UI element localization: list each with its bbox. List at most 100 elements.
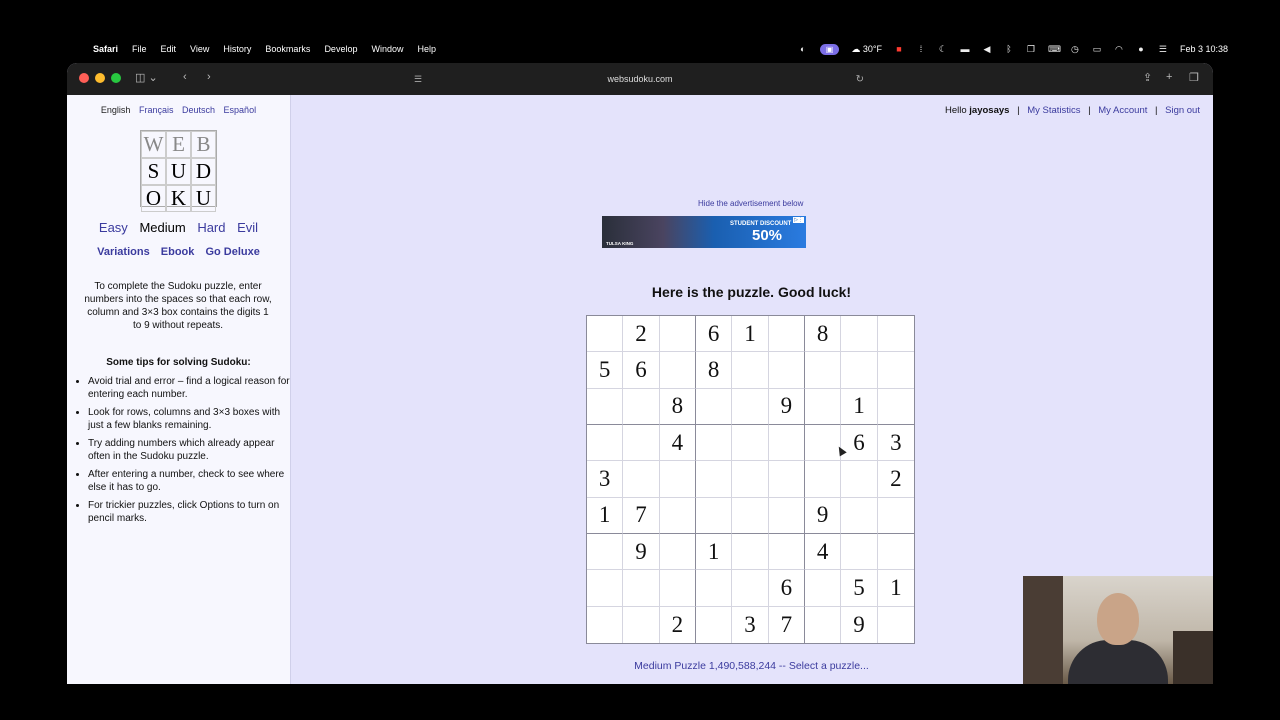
window-icon[interactable]: ❐ bbox=[1026, 44, 1036, 55]
sudoku-empty-cell[interactable] bbox=[768, 533, 805, 571]
sudoku-empty-cell[interactable] bbox=[695, 388, 733, 425]
sudoku-empty-cell[interactable] bbox=[841, 461, 878, 498]
sudoku-empty-cell[interactable] bbox=[732, 461, 769, 498]
share-icon[interactable]: ⇪ bbox=[1143, 71, 1152, 84]
sudoku-empty-cell[interactable] bbox=[877, 534, 914, 571]
sudoku-empty-cell[interactable] bbox=[841, 533, 878, 571]
battery-icon[interactable]: ▭ bbox=[1092, 44, 1102, 55]
variations-link[interactable]: Variations bbox=[97, 246, 150, 258]
status-icon[interactable]: ◐ bbox=[798, 44, 808, 54]
sudoku-empty-cell[interactable] bbox=[695, 461, 733, 498]
wifi-icon[interactable]: ◠ bbox=[1114, 44, 1124, 55]
screen-share-icon[interactable]: ▣ bbox=[819, 43, 840, 55]
lang-english[interactable]: English bbox=[101, 105, 131, 115]
sudoku-empty-cell[interactable] bbox=[768, 352, 805, 389]
tab-overview-icon[interactable]: ❐ bbox=[1189, 71, 1199, 84]
forward-icon[interactable]: › bbox=[207, 71, 211, 83]
sudoku-empty-cell[interactable] bbox=[696, 606, 733, 643]
menu-bookmarks[interactable]: Bookmarks bbox=[265, 44, 310, 54]
sudoku-empty-cell[interactable] bbox=[587, 533, 624, 571]
sudoku-empty-cell[interactable] bbox=[623, 424, 660, 462]
sudoku-empty-cell[interactable] bbox=[623, 461, 660, 498]
menu-datetime[interactable]: Feb 3 10:38 bbox=[1180, 44, 1228, 54]
battery-alert-icon[interactable]: ■ bbox=[894, 44, 904, 54]
sudoku-empty-cell[interactable] bbox=[804, 461, 842, 498]
sudoku-empty-cell[interactable] bbox=[732, 497, 769, 534]
sudoku-empty-cell[interactable] bbox=[587, 424, 624, 462]
ebook-link[interactable]: Ebook bbox=[161, 246, 195, 258]
address-bar[interactable]: ☰ websudoku.com ↻ bbox=[410, 70, 870, 88]
sudoku-empty-cell[interactable] bbox=[732, 352, 769, 389]
lang-espanol[interactable]: Español bbox=[224, 105, 257, 115]
close-window-button[interactable] bbox=[79, 73, 89, 83]
new-tab-icon[interactable]: + bbox=[1166, 71, 1172, 83]
sudoku-empty-cell[interactable] bbox=[878, 607, 914, 643]
my-statistics-link[interactable]: My Statistics bbox=[1027, 105, 1080, 116]
menu-develop[interactable]: Develop bbox=[324, 44, 357, 54]
level-medium[interactable]: Medium bbox=[139, 220, 185, 235]
level-evil[interactable]: Evil bbox=[237, 220, 258, 235]
sudoku-empty-cell[interactable] bbox=[877, 389, 914, 425]
sudoku-empty-cell[interactable] bbox=[623, 570, 660, 607]
sudoku-empty-cell[interactable] bbox=[695, 424, 733, 462]
grid-icon[interactable]: ⁞ bbox=[916, 44, 926, 54]
keyboard-icon[interactable]: ⌨ bbox=[1048, 44, 1061, 55]
sudoku-empty-cell[interactable] bbox=[732, 424, 769, 462]
sudoku-empty-cell[interactable] bbox=[659, 570, 696, 607]
page-menu-icon[interactable]: ☰ bbox=[414, 74, 422, 85]
sudoku-empty-cell[interactable] bbox=[768, 316, 805, 353]
sudoku-empty-cell[interactable] bbox=[587, 316, 624, 353]
sudoku-empty-cell[interactable] bbox=[804, 352, 842, 389]
go-deluxe-link[interactable]: Go Deluxe bbox=[205, 246, 259, 258]
sudoku-empty-cell[interactable] bbox=[659, 533, 696, 571]
lang-deutsch[interactable]: Deutsch bbox=[182, 105, 215, 115]
display-icon[interactable]: ▬ bbox=[960, 44, 970, 54]
sudoku-empty-cell[interactable] bbox=[841, 352, 878, 389]
sudoku-empty-cell[interactable] bbox=[841, 497, 878, 534]
sudoku-empty-cell[interactable] bbox=[587, 388, 624, 425]
bluetooth-icon[interactable]: ᛒ bbox=[1004, 44, 1014, 54]
sudoku-empty-cell[interactable] bbox=[768, 424, 805, 462]
sudoku-empty-cell[interactable] bbox=[732, 388, 769, 425]
sudoku-empty-cell[interactable] bbox=[623, 606, 660, 643]
websudoku-logo[interactable]: W E B S U D O K U bbox=[140, 130, 217, 212]
menu-window[interactable]: Window bbox=[371, 44, 403, 54]
sidebar-toggle-icon[interactable]: ◫ ⌄ bbox=[135, 71, 158, 84]
sudoku-empty-cell[interactable] bbox=[659, 461, 696, 498]
ad-choices-icon[interactable]: ▷⋮ bbox=[793, 217, 804, 223]
sudoku-empty-cell[interactable] bbox=[804, 388, 842, 425]
lang-francais[interactable]: Français bbox=[139, 105, 174, 115]
sudoku-empty-cell[interactable] bbox=[587, 570, 624, 607]
sudoku-empty-cell[interactable] bbox=[695, 570, 733, 607]
sudoku-empty-cell[interactable] bbox=[804, 570, 842, 607]
weather-widget[interactable]: ☁ 30°F bbox=[851, 44, 882, 55]
sudoku-empty-cell[interactable] bbox=[841, 316, 878, 353]
sudoku-empty-cell[interactable] bbox=[877, 316, 914, 353]
minimize-window-button[interactable] bbox=[95, 73, 105, 83]
sudoku-empty-cell[interactable] bbox=[659, 316, 696, 353]
sudoku-empty-cell[interactable] bbox=[877, 352, 914, 389]
sudoku-empty-cell[interactable] bbox=[659, 497, 696, 534]
sudoku-empty-cell[interactable] bbox=[623, 388, 660, 425]
advertisement-banner[interactable]: TULSA KING STUDENT DISCOUNT 50% ▷⋮ bbox=[602, 216, 806, 248]
sudoku-empty-cell[interactable] bbox=[732, 533, 769, 571]
sudoku-empty-cell[interactable] bbox=[804, 424, 842, 462]
menu-help[interactable]: Help bbox=[417, 44, 436, 54]
sudoku-empty-cell[interactable] bbox=[732, 570, 769, 607]
sudoku-empty-cell[interactable] bbox=[877, 498, 914, 534]
sudoku-empty-cell[interactable] bbox=[768, 497, 805, 534]
back-icon[interactable]: ‹ bbox=[183, 71, 187, 83]
sudoku-empty-cell[interactable] bbox=[587, 606, 624, 643]
menu-history[interactable]: History bbox=[223, 44, 251, 54]
hide-ad-link[interactable]: Hide the advertisement below bbox=[698, 199, 803, 208]
level-easy[interactable]: Easy bbox=[99, 220, 128, 235]
menu-view[interactable]: View bbox=[190, 44, 209, 54]
zoom-window-button[interactable] bbox=[111, 73, 121, 83]
sudoku-empty-cell[interactable] bbox=[768, 461, 805, 498]
menu-edit[interactable]: Edit bbox=[161, 44, 177, 54]
reload-icon[interactable]: ↻ bbox=[856, 74, 864, 85]
menu-app-name[interactable]: Safari bbox=[93, 44, 118, 54]
siri-icon[interactable]: ● bbox=[1136, 44, 1146, 54]
menu-file[interactable]: File bbox=[132, 44, 147, 54]
volume-icon[interactable]: ◀ bbox=[982, 44, 992, 55]
